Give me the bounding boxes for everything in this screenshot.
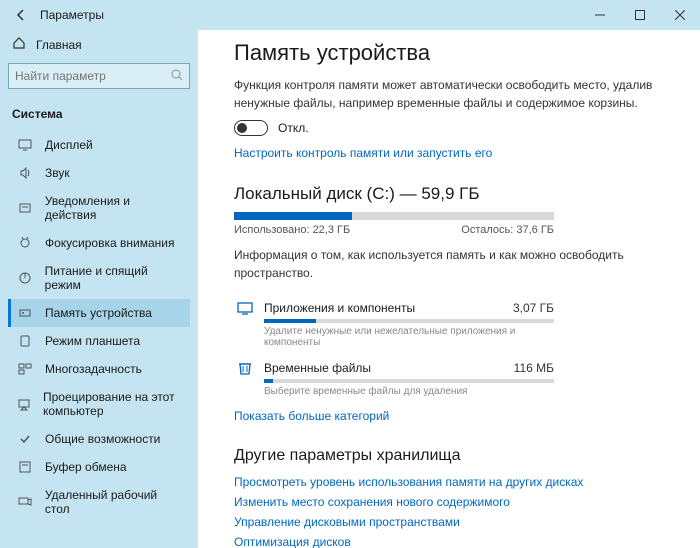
page-title: Память устройства [234, 40, 682, 66]
category-hint: Выберите временные файлы для удаления [264, 386, 554, 397]
storage-category[interactable]: Временные файлы116 МБ Выберите временные … [234, 360, 554, 397]
minimize-button[interactable] [580, 0, 620, 30]
category-hint: Удалите ненужные или нежелательные прило… [264, 326, 554, 348]
maximize-button[interactable] [620, 0, 660, 30]
sidebar-item-8[interactable]: Проецирование на этот компьютер [8, 383, 190, 425]
nav-icon [17, 460, 33, 474]
disk-title: Локальный диск (C:) — 59,9 ГБ [234, 184, 682, 204]
other-storage-link-0[interactable]: Просмотреть уровень использования памяти… [234, 475, 682, 489]
category-icon [234, 300, 256, 316]
sidebar-item-9[interactable]: Общие возможности [8, 425, 190, 453]
section-label: Система [8, 103, 190, 131]
sidebar-item-5[interactable]: Память устройства [8, 299, 190, 327]
titlebar: Параметры [0, 0, 700, 30]
disk-usage-bar [234, 212, 554, 220]
sidebar-item-0[interactable]: Дисплей [8, 131, 190, 159]
show-more-categories-link[interactable]: Показать больше категорий [234, 409, 682, 423]
category-name: Временные файлы [256, 361, 514, 375]
toggle-state: Откл. [278, 121, 309, 135]
disk-free: Осталось: 37,6 ГБ [461, 224, 554, 236]
nav-icon [17, 334, 33, 348]
nav-label: Звук [45, 166, 70, 180]
home-link[interactable]: Главная [8, 30, 190, 63]
other-storage-heading: Другие параметры хранилища [234, 447, 682, 465]
storage-sense-toggle[interactable] [234, 120, 268, 136]
category-size: 3,07 ГБ [513, 301, 554, 315]
category-bar [264, 379, 554, 383]
disk-used: Использовано: 22,3 ГБ [234, 224, 350, 236]
category-name: Приложения и компоненты [256, 301, 513, 315]
search-input[interactable] [8, 63, 190, 89]
nav-label: Дисплей [45, 138, 93, 152]
nav-label: Память устройства [45, 306, 152, 320]
sidebar-item-7[interactable]: Многозадачность [8, 355, 190, 383]
nav-label: Уведомления и действия [45, 194, 184, 222]
sidebar-item-2[interactable]: Уведомления и действия [8, 187, 190, 229]
storage-category[interactable]: Приложения и компоненты3,07 ГБ Удалите не… [234, 300, 554, 348]
category-icon [234, 360, 256, 376]
sidebar-item-4[interactable]: Питание и спящий режим [8, 257, 190, 299]
nav-icon [17, 271, 33, 285]
nav-icon [17, 306, 33, 320]
nav-icon [17, 236, 33, 250]
nav-label: Многозадачность [45, 362, 142, 376]
sidebar-item-1[interactable]: Звук [8, 159, 190, 187]
home-label: Главная [36, 38, 82, 52]
nav-icon [17, 432, 33, 446]
disk-info: Информация о том, как используется памят… [234, 246, 634, 282]
nav-label: Удаленный рабочий стол [45, 488, 184, 516]
content: Память устройства Функция контроля памят… [198, 30, 700, 548]
nav-icon [17, 495, 33, 509]
other-storage-link-2[interactable]: Управление дисковыми пространствами [234, 515, 682, 529]
category-size: 116 МБ [514, 361, 554, 375]
sidebar-item-10[interactable]: Буфер обмена [8, 453, 190, 481]
category-bar [264, 319, 554, 323]
nav-icon [17, 138, 33, 152]
home-icon [12, 36, 26, 53]
close-button[interactable] [660, 0, 700, 30]
nav-label: Буфер обмена [45, 460, 127, 474]
nav-label: Режим планшета [45, 334, 140, 348]
back-button[interactable] [10, 4, 32, 26]
nav-label: Питание и спящий режим [45, 264, 184, 292]
nav-icon [17, 362, 33, 376]
sidebar-item-3[interactable]: Фокусировка внимания [8, 229, 190, 257]
nav-icon [17, 166, 33, 180]
sidebar-item-11[interactable]: Удаленный рабочий стол [8, 481, 190, 523]
nav-label: Проецирование на этот компьютер [43, 390, 184, 418]
sidebar-item-6[interactable]: Режим планшета [8, 327, 190, 355]
nav-icon [17, 201, 33, 215]
nav-label: Общие возможности [45, 432, 160, 446]
configure-storage-sense-link[interactable]: Настроить контроль памяти или запустить … [234, 146, 682, 160]
window-title: Параметры [40, 8, 580, 22]
storage-sense-desc: Функция контроля памяти может автоматиче… [234, 76, 664, 112]
search-box[interactable] [8, 63, 190, 89]
other-storage-link-1[interactable]: Изменить место сохранения нового содержи… [234, 495, 682, 509]
other-storage-link-3[interactable]: Оптимизация дисков [234, 535, 682, 548]
nav-icon [17, 397, 31, 411]
search-icon [170, 68, 184, 85]
sidebar: Главная Система Дисплей Звук Уведомления и… [0, 30, 198, 548]
nav-label: Фокусировка внимания [45, 236, 174, 250]
